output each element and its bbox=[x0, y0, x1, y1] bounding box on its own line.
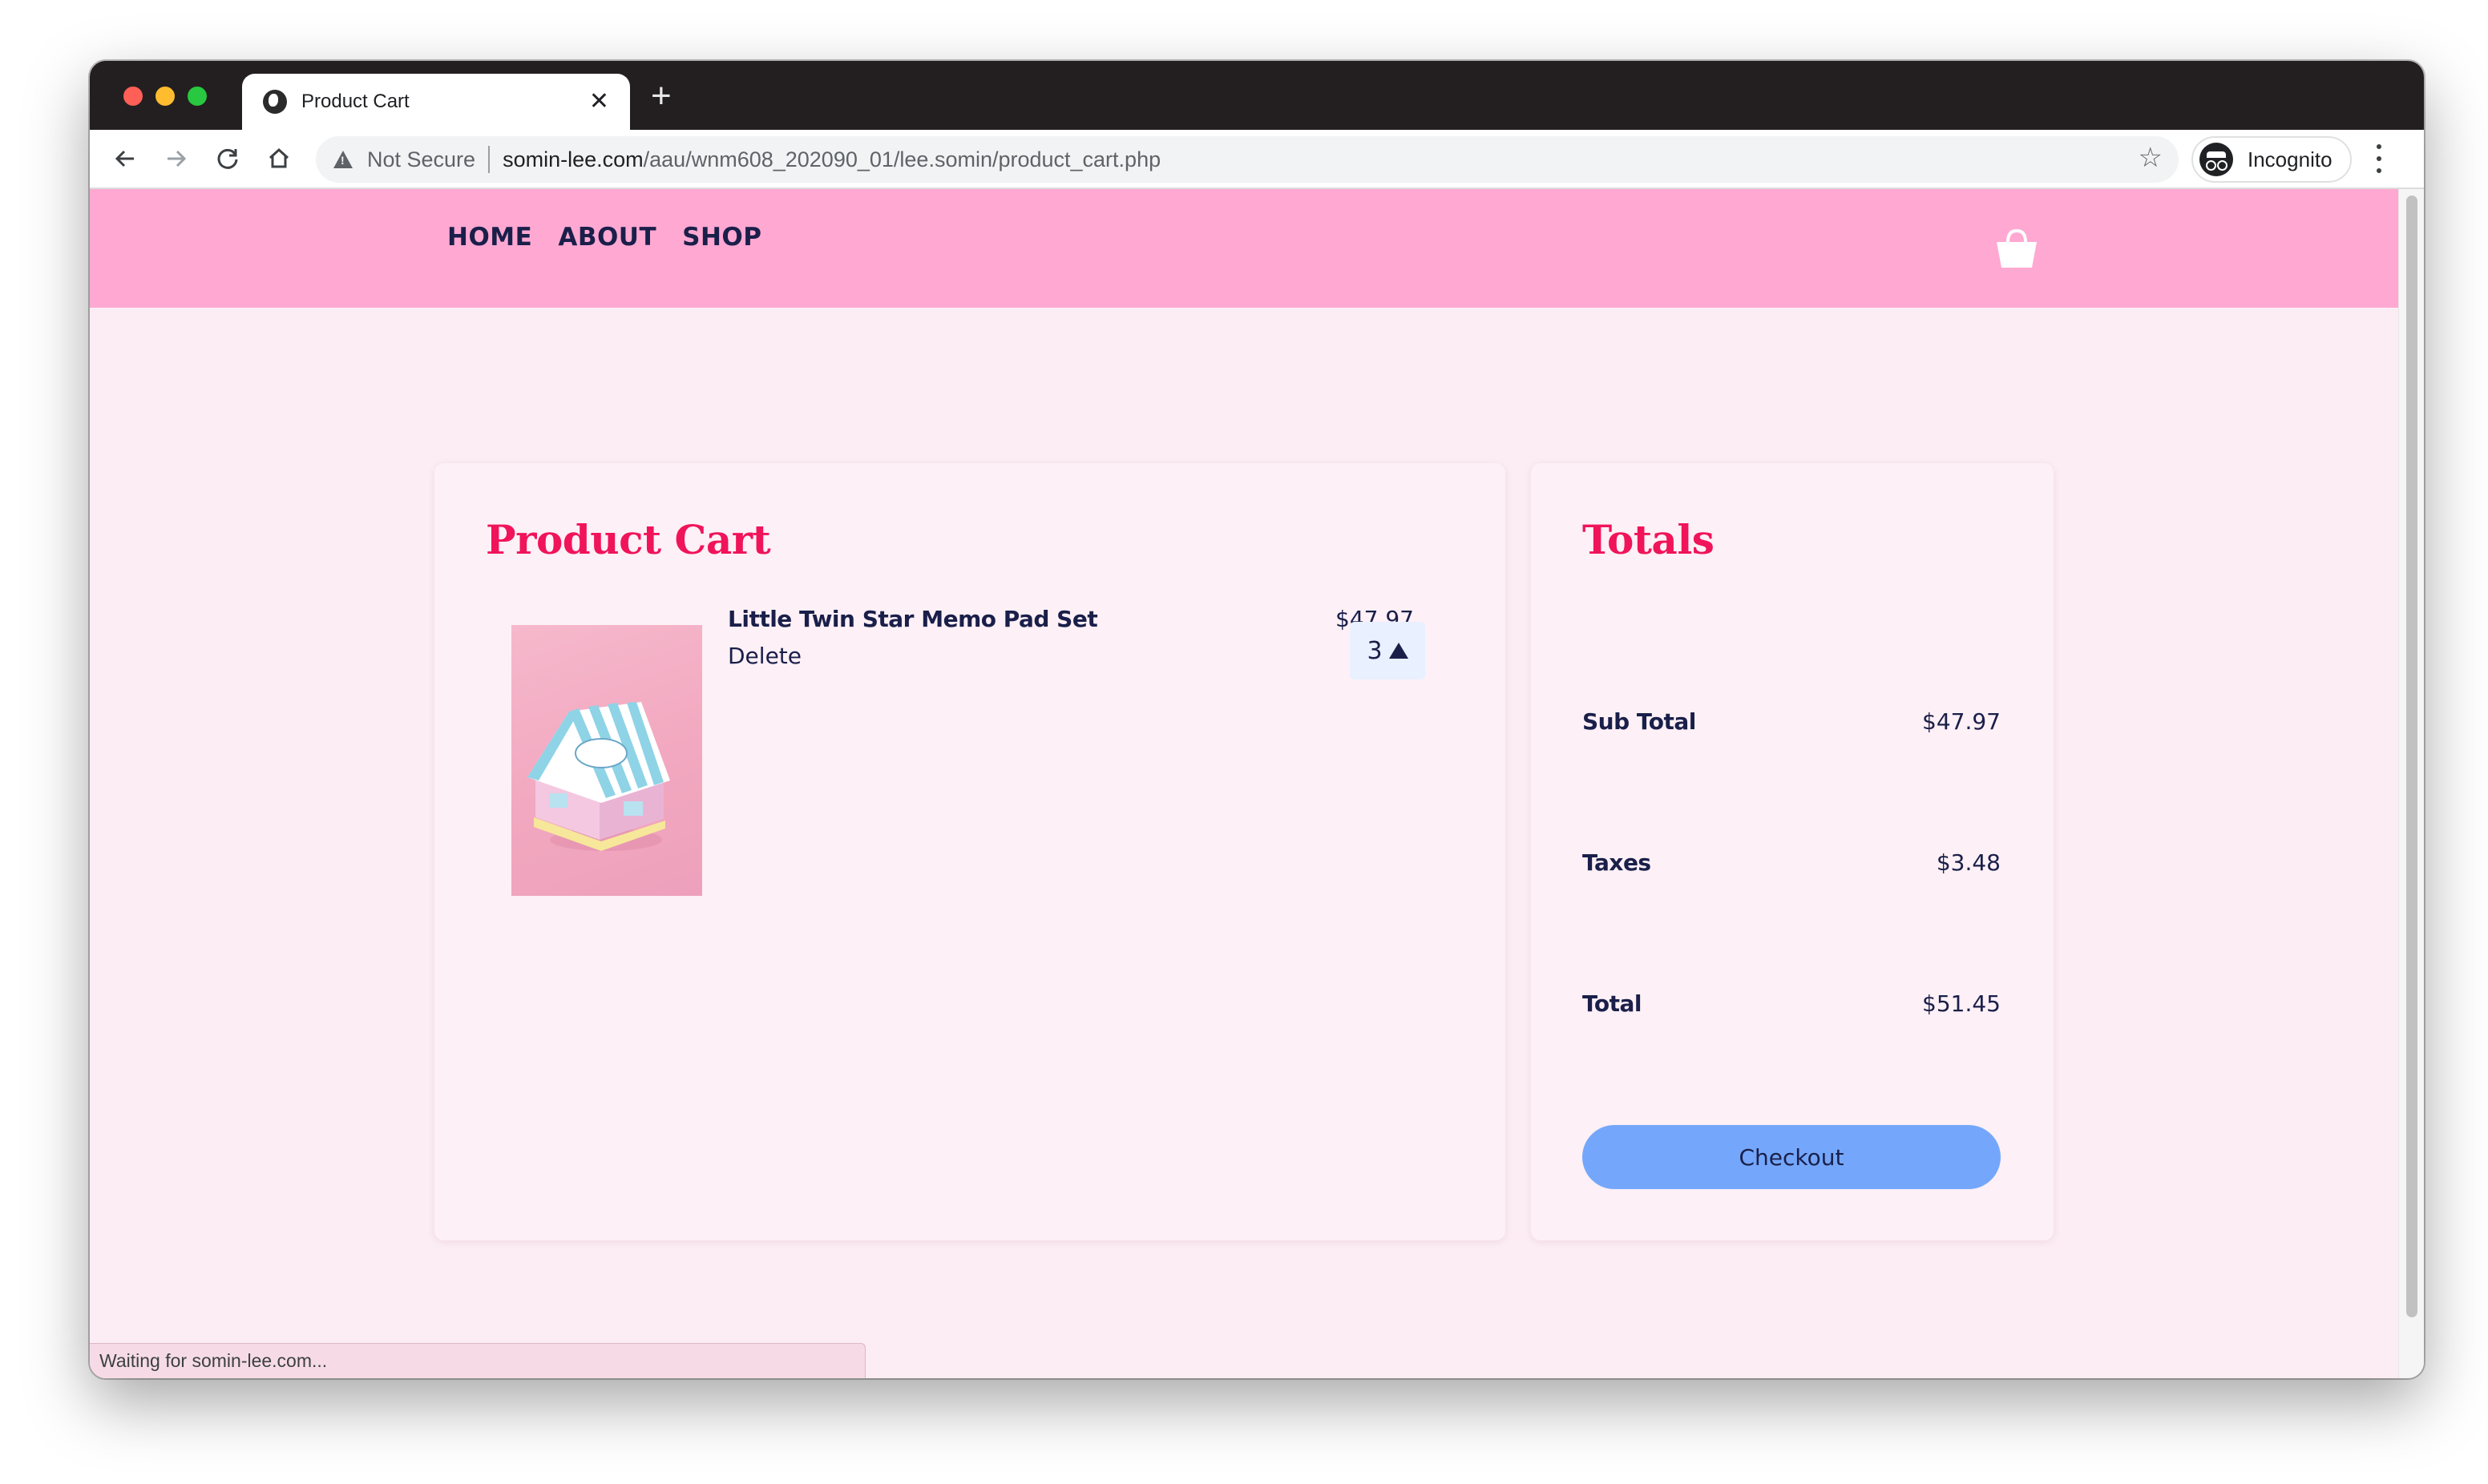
forward-button[interactable] bbox=[159, 141, 194, 176]
divider bbox=[488, 146, 491, 173]
quantity-up-arrow-icon[interactable] bbox=[1388, 643, 1408, 659]
browser-window: Product Cart ✕ + Not Secure somin-lee.co… bbox=[90, 61, 2424, 1378]
product-name[interactable]: Little Twin Star Memo Pad Set bbox=[728, 606, 1098, 632]
new-tab-button[interactable]: + bbox=[651, 79, 672, 114]
site-nav: HOME ABOUT SHOP bbox=[447, 223, 761, 252]
subtotal-value: $47.97 bbox=[1922, 708, 2001, 735]
nav-shop-link[interactable]: SHOP bbox=[682, 223, 761, 252]
subtotal-label: Sub Total bbox=[1582, 708, 1696, 735]
home-icon bbox=[269, 147, 289, 168]
back-arrow-icon bbox=[115, 150, 134, 167]
incognito-label: Incognito bbox=[2248, 147, 2332, 171]
globe-icon bbox=[263, 90, 287, 114]
quantity-stepper[interactable]: 3 bbox=[1350, 622, 1425, 679]
vertical-scrollbar[interactable] bbox=[2398, 189, 2424, 1378]
memo-pad-house-image bbox=[527, 702, 670, 851]
cart-panel: Product Cart Little Twin Star Memo Pad S… bbox=[434, 463, 1505, 1240]
maximize-window-button[interactable] bbox=[188, 87, 207, 106]
nav-home-link[interactable]: HOME bbox=[447, 223, 532, 252]
incognito-icon bbox=[2199, 143, 2233, 176]
quantity-value: 3 bbox=[1367, 636, 1383, 665]
browser-toolbar: Not Secure somin-lee.com /aau/wnm608_202… bbox=[90, 130, 2424, 189]
reload-icon bbox=[217, 148, 238, 169]
home-button[interactable] bbox=[261, 141, 297, 176]
cart-title: Product Cart bbox=[486, 516, 771, 563]
site-header: HOME ABOUT SHOP bbox=[90, 189, 2398, 308]
checkout-button[interactable]: Checkout bbox=[1582, 1125, 2001, 1189]
total-value: $51.45 bbox=[1922, 990, 2001, 1017]
shopping-bag-icon[interactable] bbox=[1994, 228, 2039, 269]
back-button[interactable] bbox=[107, 141, 143, 176]
reload-button[interactable] bbox=[210, 141, 245, 176]
forward-arrow-icon bbox=[168, 150, 187, 167]
totals-panel: Totals Sub Total $47.97 Taxes $3.48 Tota… bbox=[1531, 463, 2054, 1240]
tab-title: Product Cart bbox=[301, 91, 410, 112]
incognito-profile-button[interactable]: Incognito bbox=[2191, 136, 2352, 183]
totals-title: Totals bbox=[1582, 516, 1715, 563]
minimize-window-button[interactable] bbox=[156, 87, 175, 106]
scrollbar-thumb[interactable] bbox=[2406, 196, 2417, 1317]
bookmark-star-icon[interactable]: ☆ bbox=[2139, 144, 2163, 171]
total-row: Total $51.45 bbox=[1582, 990, 2001, 1017]
taxes-value: $3.48 bbox=[1936, 849, 2001, 876]
browser-tab[interactable]: Product Cart ✕ bbox=[242, 74, 630, 130]
taxes-label: Taxes bbox=[1582, 849, 1651, 876]
url-path: /aau/wnm608_202090_01/lee.somin/product_… bbox=[643, 147, 1161, 171]
nav-about-link[interactable]: ABOUT bbox=[558, 223, 656, 252]
url-host: somin-lee.com bbox=[503, 147, 644, 171]
security-label: Not Secure bbox=[367, 147, 476, 171]
taxes-row: Taxes $3.48 bbox=[1582, 849, 2001, 876]
warning-icon bbox=[333, 151, 353, 168]
product-image[interactable] bbox=[511, 625, 702, 896]
browser-menu-icon[interactable] bbox=[2371, 141, 2387, 176]
title-bar: Product Cart ✕ + bbox=[90, 61, 2424, 130]
page-viewport: HOME ABOUT SHOP Product Cart Little Twin… bbox=[90, 189, 2398, 1378]
delete-item-link[interactable]: Delete bbox=[728, 643, 802, 669]
status-bar: Waiting for somin-lee.com... bbox=[90, 1343, 866, 1378]
subtotal-row: Sub Total $47.97 bbox=[1582, 708, 2001, 735]
close-window-button[interactable] bbox=[123, 87, 143, 106]
address-bar[interactable]: Not Secure somin-lee.com /aau/wnm608_202… bbox=[316, 136, 2179, 183]
tab-close-icon[interactable]: ✕ bbox=[589, 90, 609, 114]
total-label: Total bbox=[1582, 990, 1642, 1017]
